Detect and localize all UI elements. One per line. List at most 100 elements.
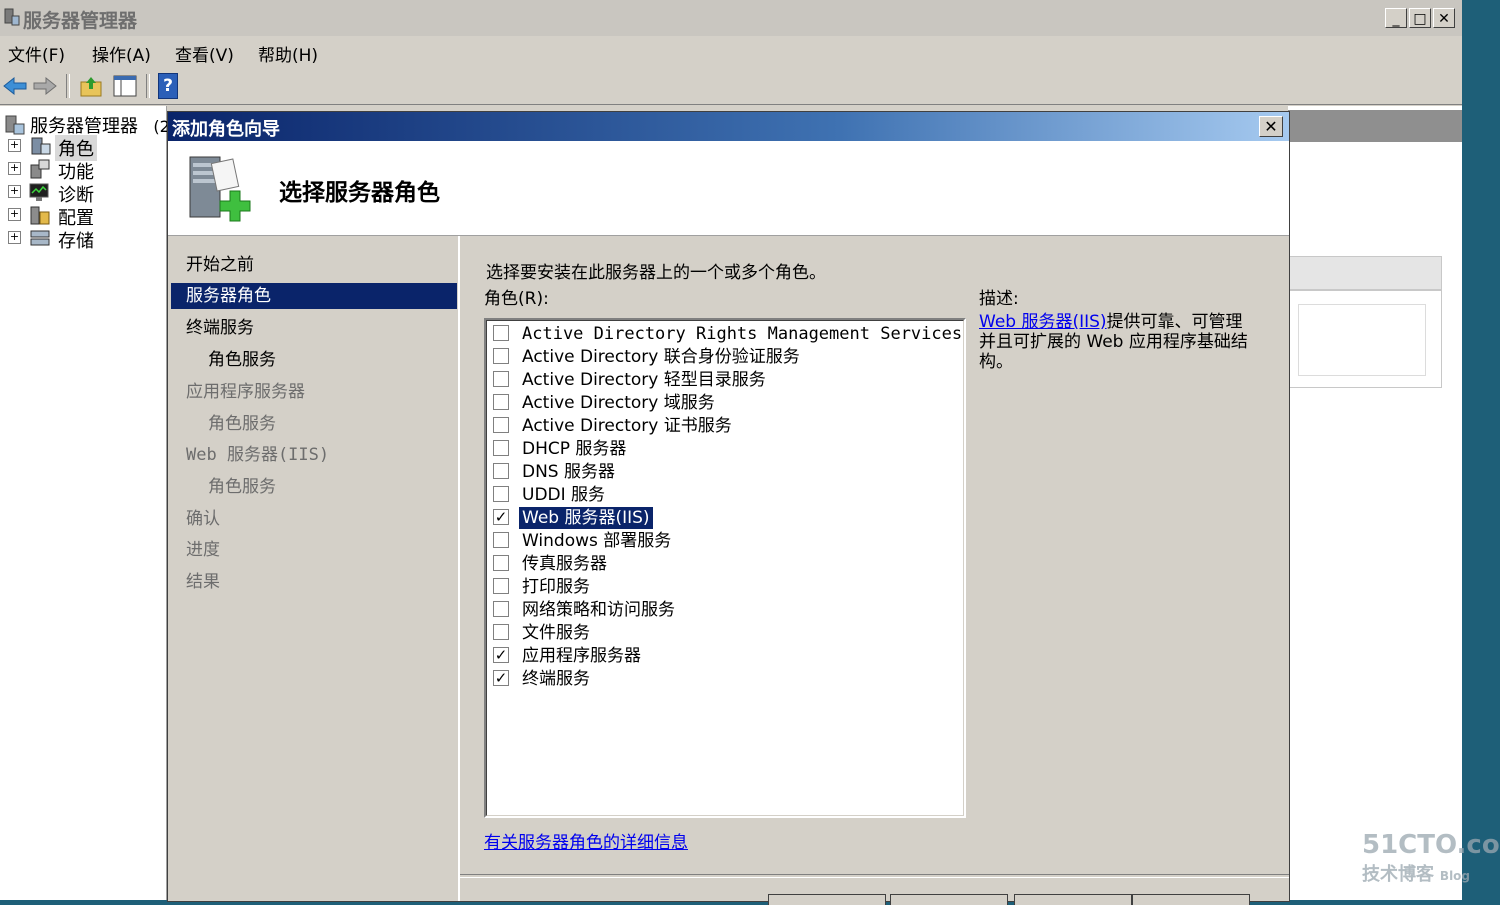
more-info-link[interactable]: 有关服务器角色的详细信息 — [484, 828, 688, 853]
dialog-title: 添加角色向导 — [172, 119, 280, 140]
role-label: Windows 部署服务 — [522, 531, 672, 551]
menu-file[interactable]: 文件(F) — [8, 41, 65, 66]
role-checkbox[interactable] — [493, 578, 509, 594]
page-heading: 选择服务器角色 — [279, 180, 440, 206]
role-label: 文件服务 — [522, 623, 590, 643]
configuration-icon — [30, 206, 50, 225]
wizard-content: 选择要安装在此服务器上的一个或多个角色。 角色(R): Active Direc… — [460, 236, 1289, 905]
role-label: 传真服务器 — [522, 554, 607, 574]
close-button[interactable]: ✕ — [1433, 8, 1455, 28]
watermark-line3: Blog — [1439, 869, 1471, 883]
menu-bar: 文件(F) 操作(A) 查看(V) 帮助(H) — [0, 36, 1462, 69]
role-label: Web 服务器(IIS) — [518, 506, 654, 530]
role-checkbox[interactable] — [493, 555, 509, 571]
description-link-web-server[interactable]: Web 服务器(IIS) — [979, 312, 1107, 332]
role-checkbox[interactable] — [493, 417, 509, 433]
expand-icon[interactable]: + — [8, 162, 21, 175]
window-title: 服务器管理器 — [23, 10, 138, 32]
tree-root-label: 服务器管理器 — [30, 116, 138, 137]
expand-icon[interactable]: + — [8, 208, 21, 221]
expand-icon[interactable]: + — [8, 139, 21, 152]
expand-icon[interactable]: + — [8, 231, 21, 244]
menu-view[interactable]: 查看(V) — [175, 41, 234, 66]
maximize-button[interactable]: □ — [1409, 8, 1431, 28]
role-label: Active Directory 域服务 — [522, 393, 715, 413]
back-arrow-icon[interactable] — [2, 73, 28, 99]
role-label: DHCP 服务器 — [522, 439, 627, 459]
console-tree: 服务器管理器 (2( + 角色 + 功能 + 诊断 + 配置 + 存储 — [0, 106, 176, 900]
step-web-server-iis: Web 服务器(IIS) — [186, 445, 330, 465]
role-label: Active Directory 轻型目录服务 — [522, 370, 766, 390]
toolbar-separator — [146, 74, 150, 98]
role-checkbox[interactable] — [493, 486, 509, 502]
step-role-services[interactable]: 角色服务 — [208, 347, 276, 373]
step-before-you-begin[interactable]: 开始之前 — [186, 252, 254, 278]
role-checkbox[interactable] — [493, 371, 509, 387]
dialog-close-button[interactable]: ✕ — [1259, 116, 1283, 137]
button-area-separator — [460, 874, 1289, 878]
step-terminal-services[interactable]: 终端服务 — [186, 315, 254, 341]
toolbar-separator — [66, 74, 70, 98]
description-text: Web 服务器(IIS)提供可靠、可管理并且可扩展的 Web 应用程序基础结构。 — [979, 312, 1259, 372]
details-pane — [1288, 106, 1462, 900]
role-checkbox[interactable]: ✓ — [493, 509, 509, 525]
instruction-text: 选择要安装在此服务器上的一个或多个角色。 — [486, 263, 826, 283]
toolbar: ? — [0, 68, 1462, 105]
watermark-line1: 51CTO.com — [1362, 830, 1500, 860]
role-checkbox[interactable]: ✓ — [493, 670, 509, 686]
role-label: 网络策略和访问服务 — [522, 600, 675, 620]
role-checkbox[interactable] — [493, 348, 509, 364]
menu-help[interactable]: 帮助(H) — [258, 41, 318, 66]
show-hide-tree-icon[interactable] — [112, 73, 138, 99]
roles-label: 角色(R): — [484, 289, 549, 309]
role-checkbox[interactable] — [493, 601, 509, 617]
role-label: 应用程序服务器 — [522, 646, 641, 666]
role-label: Active Directory Rights Management Servi… — [522, 324, 963, 344]
storage-icon — [30, 230, 50, 246]
step-role-services: 角色服务 — [208, 477, 276, 497]
wizard-steps-nav: 开始之前 服务器角色 终端服务 角色服务 应用程序服务器 角色服务 Web 服务… — [168, 236, 460, 901]
dialog-title-bar: 添加角色向导 ✕ — [168, 112, 1289, 141]
role-label: Active Directory 证书服务 — [522, 416, 732, 436]
server-manager-icon — [5, 115, 25, 135]
role-label: UDDI 服务 — [522, 485, 606, 505]
roles-list-inner: Active Directory Rights Management Servi… — [486, 320, 964, 816]
diagnostics-icon — [29, 183, 49, 201]
minimize-button[interactable]: _ — [1385, 8, 1407, 28]
role-checkbox[interactable] — [493, 624, 509, 640]
role-label: DNS 服务器 — [522, 462, 616, 482]
step-confirmation: 确认 — [186, 509, 220, 529]
folder-up-icon[interactable] — [78, 73, 104, 99]
add-server-role-icon — [189, 156, 251, 222]
role-checkbox[interactable] — [493, 394, 509, 410]
role-label: 终端服务 — [522, 669, 590, 689]
step-role-services: 角色服务 — [208, 414, 276, 434]
title-bar: 服务器管理器 _ □ ✕ — [0, 0, 1462, 37]
step-server-roles[interactable]: 服务器角色 — [171, 283, 457, 309]
role-checkbox[interactable] — [493, 440, 509, 456]
forward-arrow-icon[interactable] — [32, 73, 58, 99]
step-application-server: 应用程序服务器 — [186, 382, 305, 402]
role-checkbox[interactable] — [493, 325, 509, 341]
features-icon — [30, 159, 50, 179]
role-label: 打印服务 — [522, 577, 590, 597]
watermark-line2: 技术博客 — [1362, 864, 1434, 885]
roles-checkbox-list[interactable]: Active Directory Rights Management Servi… — [484, 318, 966, 818]
server-manager-app-icon — [4, 8, 20, 26]
role-checkbox[interactable]: ✓ — [493, 647, 509, 663]
role-checkbox[interactable] — [493, 463, 509, 479]
expand-icon[interactable]: + — [8, 185, 21, 198]
details-section-header — [1288, 256, 1442, 290]
menu-action[interactable]: 操作(A) — [92, 41, 151, 66]
step-results: 结果 — [186, 572, 220, 592]
watermark: 51CTO.com 技术博客 Blog — [1362, 830, 1500, 886]
dialog-header: 选择服务器角色 — [168, 141, 1289, 236]
roles-icon — [31, 137, 51, 155]
add-roles-wizard-dialog: 添加角色向导 ✕ 选择服务器角色 开始之前 服务器角色 终端服务 角色服务 应用… — [167, 111, 1290, 905]
help-icon[interactable]: ? — [158, 73, 178, 99]
role-label: Active Directory 联合身份验证服务 — [522, 347, 800, 367]
details-section-inner — [1298, 304, 1426, 376]
role-checkbox[interactable] — [493, 532, 509, 548]
description-label: 描述: — [979, 289, 1019, 309]
step-progress: 进度 — [186, 540, 220, 560]
